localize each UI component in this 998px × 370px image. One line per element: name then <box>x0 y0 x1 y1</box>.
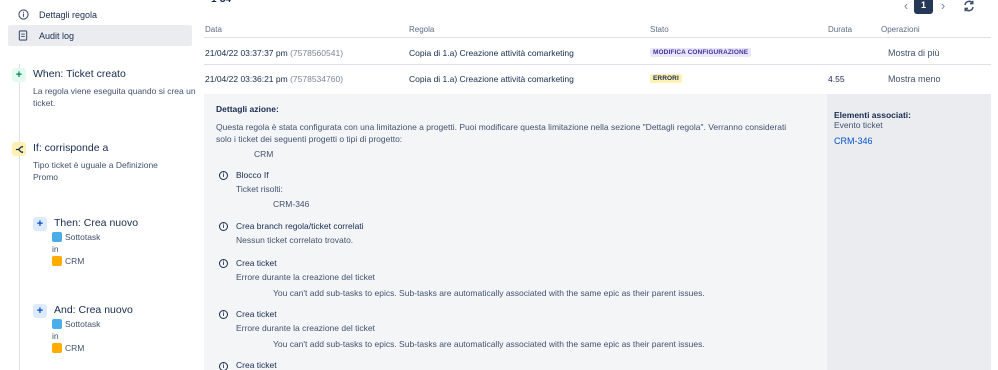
column-header-rule[interactable]: Regola <box>409 25 434 34</box>
project-name: CRM <box>65 256 85 266</box>
plus-icon: + <box>33 304 47 318</box>
issue-type: Sottotask <box>65 232 101 242</box>
info-icon: i <box>219 259 228 268</box>
column-header-status[interactable]: Stato <box>650 25 669 34</box>
action-details: Sottotask in CRM <box>52 318 100 354</box>
step-subtitle: Ticket risolti: <box>236 184 283 194</box>
page-button-current[interactable]: 1 <box>914 0 933 14</box>
details-intro: solo i ticket dei seguenti progetti o ti… <box>216 134 403 144</box>
table-row-date: 21/04/22 03:37:37 pm (7578560541) <box>205 48 343 58</box>
column-header-duration[interactable]: Durata <box>828 25 852 34</box>
step-subtitle: Errore durante la creazione del ticket <box>236 323 375 333</box>
plus-icon: + <box>12 68 26 82</box>
step-title: Blocco If <box>236 170 269 180</box>
refresh-icon[interactable] <box>962 0 976 13</box>
divider <box>204 37 991 38</box>
rule-sidebar: Dettagli regola Audit log + When: Ticket… <box>0 0 197 370</box>
error-message: You can't add sub-tasks to epics. Sub-ta… <box>273 339 705 349</box>
column-header-date[interactable]: Data <box>205 25 222 34</box>
subtask-icon <box>52 232 62 242</box>
project-icon <box>52 343 62 353</box>
component-title: And: Crea nuovo <box>54 304 133 316</box>
sidebar-item-audit-log[interactable]: Audit log <box>8 25 192 46</box>
issue-type: Sottotask <box>65 319 101 329</box>
audit-log-panel: 1-34 ‹ 1 › Data Regola Stato Durata Oper… <box>197 0 998 370</box>
associated-issue-link[interactable]: CRM-346 <box>834 136 873 146</box>
plus-icon: + <box>33 217 47 231</box>
restricted-project: CRM <box>254 149 274 159</box>
step-title: Crea branch regola/ticket correlati <box>236 221 364 231</box>
result-range: 1-34 <box>211 0 231 5</box>
component-title: When: Ticket creato <box>33 68 126 80</box>
sidebar-item-rule-details[interactable]: Dettagli regola <box>8 4 192 25</box>
table-row-date: 21/04/22 03:36:21 pm (7578534760) <box>205 74 343 84</box>
show-more-link[interactable]: Mostra di più <box>888 48 940 58</box>
info-icon: i <box>219 222 228 231</box>
in-label: in <box>52 244 59 254</box>
info-icon <box>16 8 30 22</box>
associated-title: Elementi associati: <box>834 110 912 120</box>
project-name: CRM <box>65 343 85 353</box>
execution-id: (7578560541) <box>290 48 344 58</box>
associated-subtitle: Evento ticket <box>834 120 883 130</box>
step-title: Crea ticket <box>236 258 277 268</box>
step-subtitle: Nessun ticket correlato trovato. <box>236 235 354 245</box>
sidebar-item-label: Dettagli regola <box>39 9 98 20</box>
step-title: Crea ticket <box>236 309 277 319</box>
divider <box>204 64 991 65</box>
table-row-rule: Copia di 1.a) Creazione attività comarke… <box>409 48 574 58</box>
component-title: If: corrisponde a <box>33 142 109 154</box>
timestamp: 21/04/22 03:37:37 pm <box>205 48 288 58</box>
details-title: Dettagli azione: <box>216 104 279 114</box>
sidebar-item-label: Audit log <box>39 30 75 41</box>
execution-id: (7578534760) <box>290 74 344 84</box>
show-less-link[interactable]: Mostra meno <box>888 74 941 84</box>
in-label: in <box>52 331 59 341</box>
duration-value: 4.55 <box>828 74 845 84</box>
component-description: Tipo ticket è uguale a Definizione Promo <box>33 160 158 182</box>
component-title: Then: Crea nuovo <box>54 217 139 229</box>
chevron-right-icon[interactable]: › <box>937 0 949 14</box>
status-badge: ERRORI <box>650 74 682 83</box>
timestamp: 21/04/22 03:36:21 pm <box>205 74 288 84</box>
subtask-icon <box>52 319 62 329</box>
project-icon <box>52 256 62 266</box>
info-icon: i <box>219 310 228 319</box>
action-details: Sottotask in CRM <box>52 231 100 267</box>
document-icon <box>16 29 30 43</box>
component-rail <box>19 64 20 370</box>
step-title: Crea ticket <box>236 360 277 370</box>
step-subtitle: Errore durante la creazione del ticket <box>236 272 375 282</box>
info-icon: i <box>219 362 228 370</box>
column-header-operations[interactable]: Operazioni <box>881 25 920 34</box>
table-row-rule: Copia di 1.a) Creazione attività comarke… <box>409 74 574 84</box>
status-badge: MODIFICA CONFIGURAZIONE <box>650 48 752 57</box>
component-description: La regola viene eseguita quando si crea … <box>33 86 196 108</box>
chevron-left-icon[interactable]: ‹ <box>900 0 912 14</box>
info-icon: i <box>219 171 228 180</box>
branch-icon <box>12 142 26 156</box>
step-value: CRM-346 <box>273 199 310 209</box>
error-message: You can't add sub-tasks to epics. Sub-ta… <box>273 288 705 298</box>
